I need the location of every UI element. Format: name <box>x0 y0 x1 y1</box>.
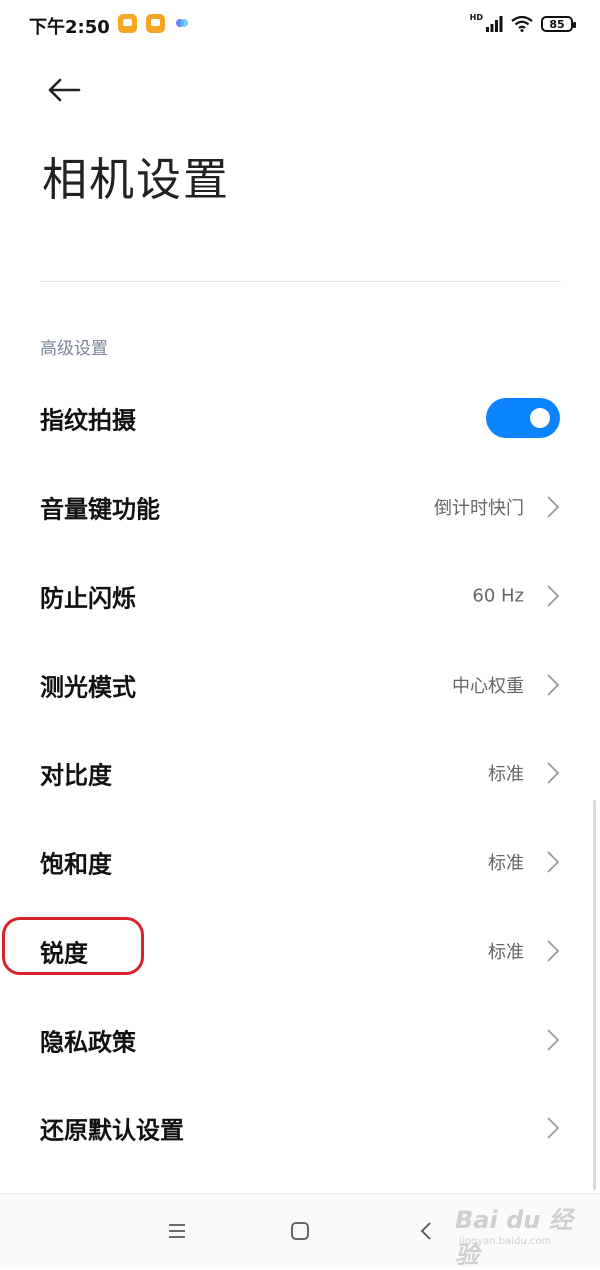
setting-label: 指纹拍摄 <box>40 406 136 434</box>
chevron-right-icon <box>547 1028 560 1051</box>
watermark-url: jingyan.baidu.com <box>459 1236 552 1247</box>
watermark: Bai du 经验 jingyan.baidu.com <box>455 1200 585 1269</box>
notification-app-icon <box>146 14 165 33</box>
watermark-brand: Bai du 经验 <box>455 1206 573 1269</box>
toggle-knob <box>530 407 550 428</box>
notification-app-icon <box>118 14 137 33</box>
chevron-right-icon <box>547 1116 560 1139</box>
setting-label: 饱和度 <box>40 850 112 878</box>
fingerprint-capture-toggle[interactable] <box>486 397 560 438</box>
setting-fingerprint-capture[interactable]: 指纹拍摄 <box>0 373 600 462</box>
setting-privacy-policy[interactable]: 隐私政策 <box>0 995 600 1084</box>
signal-icon <box>486 16 503 32</box>
arrow-left-icon <box>48 78 81 102</box>
setting-label: 还原默认设置 <box>40 1116 184 1144</box>
chevron-right-icon <box>547 673 560 696</box>
back-nav-button[interactable] <box>411 1216 441 1246</box>
divider <box>40 281 561 282</box>
setting-value: 标准 <box>488 763 524 785</box>
wifi-icon <box>511 16 533 32</box>
setting-saturation[interactable]: 饱和度 标准 <box>0 817 600 906</box>
menu-button[interactable] <box>162 1216 192 1246</box>
setting-metering-mode[interactable]: 测光模式 中心权重 <box>0 640 600 729</box>
home-icon <box>291 1222 309 1240</box>
setting-label: 防止闪烁 <box>40 584 136 612</box>
setting-contrast[interactable]: 对比度 标准 <box>0 728 600 817</box>
chevron-right-icon <box>547 939 560 962</box>
setting-value: 60 Hz <box>472 585 524 606</box>
setting-restore-defaults[interactable]: 还原默认设置 <box>0 1083 600 1172</box>
page-title: 相机设置 <box>42 153 231 206</box>
notification-dot-icon <box>176 19 188 27</box>
setting-value: 中心权重 <box>452 675 524 697</box>
status-bar: 下午2:50 HD 85 <box>0 0 600 50</box>
setting-anti-flicker[interactable]: 防止闪烁 60 Hz <box>0 551 600 640</box>
setting-label: 隐私政策 <box>40 1028 136 1056</box>
hd-label: HD <box>469 12 483 22</box>
section-header: 高级设置 <box>40 339 108 359</box>
setting-value: 标准 <box>488 852 524 874</box>
setting-volume-key-function[interactable]: 音量键功能 倒计时快门 <box>0 462 600 551</box>
chevron-right-icon <box>547 584 560 607</box>
setting-label: 测光模式 <box>40 673 136 701</box>
menu-icon <box>169 1224 185 1238</box>
setting-value: 倒计时快门 <box>434 497 524 519</box>
setting-value: 标准 <box>488 941 524 963</box>
chevron-right-icon <box>547 850 560 873</box>
chevron-right-icon <box>547 495 560 518</box>
scrollbar[interactable] <box>593 800 596 1190</box>
setting-label: 对比度 <box>40 761 112 789</box>
home-button[interactable] <box>285 1216 315 1246</box>
back-button[interactable] <box>40 70 88 110</box>
chevron-left-icon <box>420 1222 431 1240</box>
status-time: 下午2:50 <box>29 17 110 38</box>
annotation-highlight <box>2 917 144 975</box>
chevron-right-icon <box>547 761 560 784</box>
battery-indicator: 85 <box>541 16 576 32</box>
setting-label: 音量键功能 <box>40 495 160 523</box>
